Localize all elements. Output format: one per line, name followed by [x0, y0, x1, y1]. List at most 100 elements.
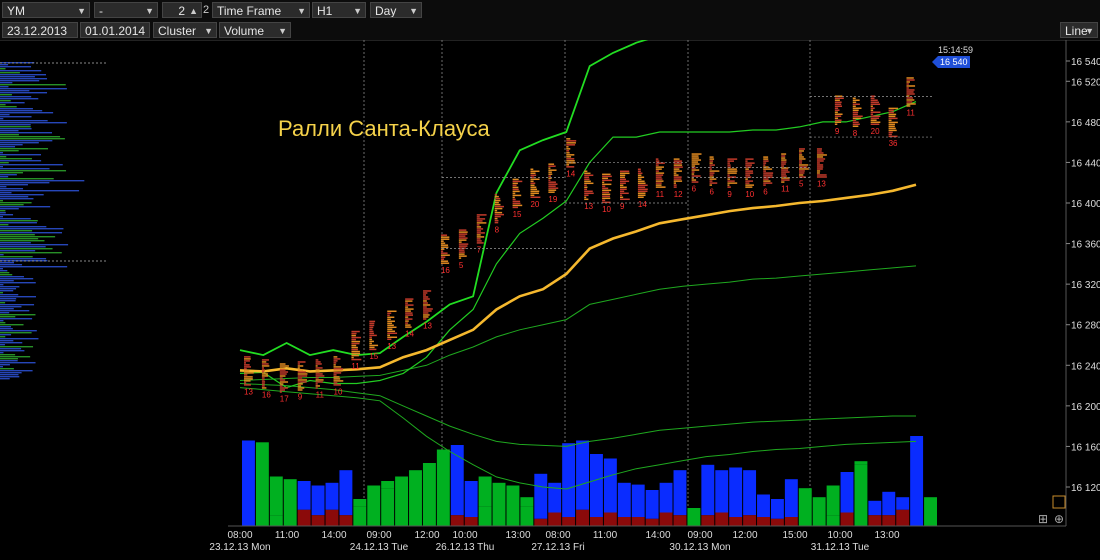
- cluster-level: [279, 377, 283, 379]
- profile-level: [0, 320, 4, 322]
- volume-bar: [701, 464, 715, 516]
- symbol-select[interactable]: YM ▼: [2, 2, 90, 18]
- cluster-level: [906, 91, 914, 93]
- cluster-level: [351, 344, 357, 347]
- timeframe-value-select[interactable]: H1 ▼: [312, 2, 366, 18]
- cluster-level: [512, 206, 519, 209]
- cluster-level: [888, 107, 899, 110]
- price-chart[interactable]: 13 16 17 9 11 10 11 15 13 14 13 16 5 7 8 15 20 19 14 13 10 9 1…: [0, 40, 1100, 553]
- cluster-mode-value: Volume: [224, 24, 265, 38]
- volume-bar-part: [673, 515, 687, 526]
- cluster-level: [852, 121, 859, 124]
- cluster-level: [279, 367, 285, 369]
- cluster-level: [315, 365, 318, 367]
- cluster-level: [763, 170, 766, 172]
- cluster-level: [709, 168, 712, 170]
- cluster-level: [620, 184, 624, 187]
- date-tick-label: 27.12.13 Fri: [531, 542, 584, 553]
- cluster-level: [799, 168, 809, 170]
- profile-level: [0, 124, 31, 126]
- cluster-level: [602, 189, 612, 192]
- volume-bar: [617, 482, 631, 517]
- cluster-level: [261, 359, 269, 361]
- profile-level: [0, 196, 29, 198]
- cluster-level: [691, 157, 699, 159]
- cluster-level: [709, 164, 715, 166]
- cluster-level: [405, 306, 409, 308]
- profile-level: [0, 126, 31, 128]
- cluster-volume-label: 13: [387, 342, 396, 351]
- dash-select[interactable]: - ▼: [94, 2, 158, 18]
- period-stepper[interactable]: 2 ▲: [162, 2, 202, 18]
- cluster-level: [405, 316, 409, 318]
- cluster-level: [369, 336, 372, 339]
- time-tick-label: 12:00: [414, 530, 439, 541]
- cluster-level: [620, 180, 630, 183]
- cluster-level: [566, 140, 577, 142]
- cluster-mode-select[interactable]: Volume ▼: [219, 22, 291, 38]
- volume-bar: [812, 497, 826, 508]
- symbol-value: YM: [7, 4, 25, 18]
- cluster-level: [440, 240, 444, 242]
- cluster-level: [691, 173, 695, 175]
- cluster-level: [387, 316, 395, 319]
- cluster-level: [297, 373, 308, 375]
- profile-level: [0, 90, 30, 92]
- cluster-level: [888, 125, 895, 128]
- volume-bar-part: [603, 512, 617, 526]
- profile-level: [0, 108, 33, 110]
- date-tick-label: 31.12.13 Tue: [811, 542, 870, 553]
- cluster-level: [512, 180, 523, 183]
- profile-period-select[interactable]: Day ▼: [370, 2, 422, 18]
- cluster-level: [888, 121, 898, 124]
- cluster-level: [387, 312, 392, 315]
- volume-bar-part: [506, 499, 520, 526]
- profile-level: [0, 346, 34, 348]
- crosshair-icon[interactable]: ⊞: [1038, 512, 1048, 526]
- cluster-level: [691, 153, 702, 155]
- cluster-level: [351, 334, 356, 337]
- cluster-level: [834, 113, 843, 115]
- cluster-level: [369, 330, 374, 333]
- cluster-level: [816, 166, 824, 168]
- time-axis: 08:0023.12.13 Mon11:00 14:00 09:0024.12.13…: [209, 525, 1066, 553]
- cluster-level: [279, 387, 288, 389]
- band-mid: [239, 265, 917, 381]
- profile-level: [0, 174, 17, 176]
- cluster-volume-label: 11: [781, 185, 790, 194]
- cluster-level: [279, 389, 285, 391]
- cluster-level: [512, 202, 521, 205]
- cluster-volume-label: 10: [334, 388, 343, 397]
- date-to-field[interactable]: 01.01.2014: [80, 22, 150, 38]
- date-from-field[interactable]: 23.12.2013: [2, 22, 78, 38]
- profile-level: [0, 130, 19, 132]
- chart-type-select[interactable]: Cluster ▼: [153, 22, 217, 38]
- cluster-level: [673, 166, 683, 168]
- cluster-level: [852, 119, 856, 122]
- cluster-level: [548, 173, 553, 175]
- profile-level: [0, 216, 3, 218]
- cluster-level: [423, 294, 426, 296]
- cluster-level: [548, 191, 555, 193]
- profile-level: [0, 244, 69, 246]
- cluster-level: [333, 378, 341, 380]
- cluster-level: [584, 170, 588, 173]
- cluster-level: [566, 152, 570, 154]
- profile-level: [0, 186, 7, 188]
- cluster-level: [297, 379, 307, 381]
- cluster-level: [763, 174, 773, 176]
- timeframe-select[interactable]: Time Frame ▼: [212, 2, 310, 18]
- profile-level: [0, 176, 9, 178]
- profile-level: [0, 326, 12, 328]
- scale-mode-select[interactable]: Line ▼: [1060, 22, 1098, 38]
- draw-tool-icon[interactable]: [1052, 495, 1066, 509]
- cluster-level: [333, 356, 338, 358]
- price-tick-label: 16 540: [1071, 57, 1100, 68]
- cluster-level: [781, 179, 790, 181]
- time-tick-label: 09:00: [687, 530, 712, 541]
- profile-level: [0, 218, 31, 220]
- cluster-level: [458, 241, 462, 243]
- zoom-icon[interactable]: ⊕: [1054, 512, 1064, 526]
- cluster-level: [297, 377, 303, 379]
- corner-tools: ⊞ ⊕: [1038, 495, 1066, 526]
